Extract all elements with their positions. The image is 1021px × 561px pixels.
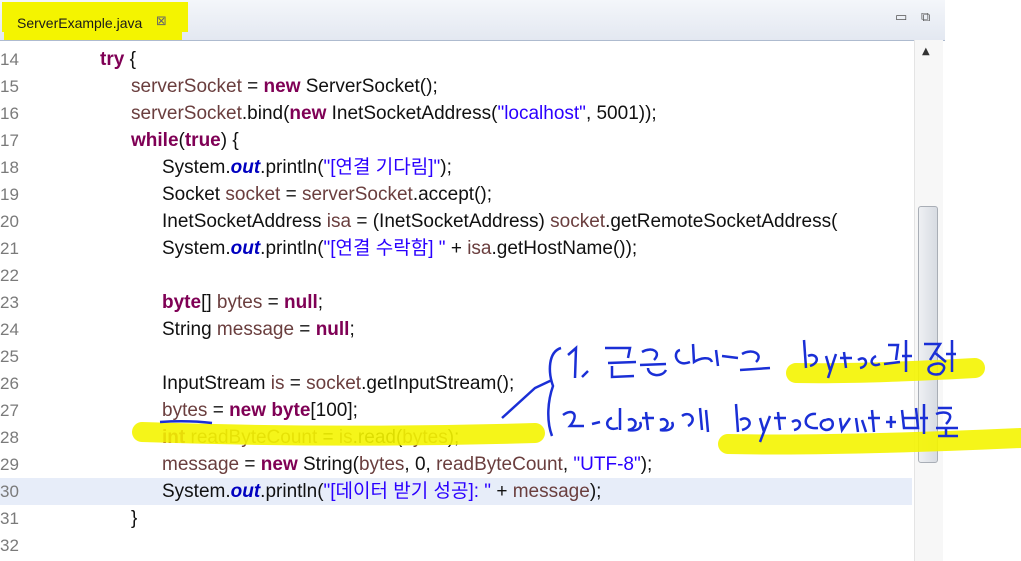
line-number: 32: [0, 536, 19, 555]
line-number: 26: [0, 374, 19, 393]
code-line[interactable]: 22: [0, 262, 912, 289]
code-text[interactable]: System.out.println("[연결 기다림]");: [162, 154, 452, 181]
code-line[interactable]: 15 serverSocket = new ServerSocket();: [0, 73, 912, 100]
code-text[interactable]: String message = null;: [162, 316, 355, 343]
line-number: 15: [0, 77, 19, 96]
code-line[interactable]: 16 serverSocket.bind(new InetSocketAddres…: [0, 100, 912, 127]
code-area[interactable]: 14 try { 15 serverSocket = new ServerSocket…: [0, 44, 912, 561]
code-line[interactable]: 20 InetSocketAddress isa = (InetSocketAdd…: [0, 208, 912, 235]
code-line[interactable]: 17 while(true) {: [0, 127, 912, 154]
code-text[interactable]: System.out.println("[연결 수락함] " + isa.get…: [162, 235, 637, 262]
line-number: 21: [0, 239, 19, 258]
editor-tab-bar: ServerExample.java ⊠ ▭ ⧉: [0, 0, 945, 41]
line-number: 18: [0, 158, 19, 177]
code-line[interactable]: 14 try {: [0, 46, 912, 73]
close-icon[interactable]: ⊠: [156, 14, 167, 29]
code-line[interactable]: 25: [0, 343, 912, 370]
code-line[interactable]: 23 byte[] bytes = null;: [0, 289, 912, 316]
line-number: 25: [0, 347, 19, 366]
line-number: 17: [0, 131, 19, 150]
line-number: 28: [0, 428, 19, 447]
code-line[interactable]: 31}: [0, 505, 912, 532]
code-text[interactable]: }: [131, 505, 137, 532]
code-line[interactable]: 30 System.out.println("[데이터 받기 성공]: " + m…: [0, 478, 912, 505]
code-line[interactable]: 26 InputStream is = socket.getInputStream…: [0, 370, 912, 397]
code-text[interactable]: System.out.println("[데이터 받기 성공]: " + mes…: [162, 478, 601, 505]
code-text[interactable]: serverSocket = new ServerSocket();: [131, 73, 438, 100]
code-text[interactable]: InetSocketAddress isa = (InetSocketAddre…: [162, 208, 837, 235]
code-text[interactable]: Socket socket = serverSocket.accept();: [162, 181, 492, 208]
vertical-scrollbar[interactable]: ▲: [914, 40, 943, 561]
line-number: 27: [0, 401, 19, 420]
line-number: 22: [0, 266, 19, 285]
code-text[interactable]: int readByteCount = is.read(bytes);: [162, 424, 459, 451]
line-number: 16: [0, 104, 19, 123]
code-line[interactable]: 24 String message = null;: [0, 316, 912, 343]
line-number: 20: [0, 212, 19, 231]
code-line[interactable]: 21 System.out.println("[연결 수락함] " + isa.g…: [0, 235, 912, 262]
code-text[interactable]: bytes = new byte[100];: [162, 397, 358, 424]
scrollbar-thumb[interactable]: [918, 206, 938, 463]
code-text[interactable]: InputStream is = socket.getInputStream()…: [162, 370, 514, 397]
scroll-up-arrow-icon[interactable]: ▲: [922, 46, 930, 57]
code-text[interactable]: message = new String(bytes, 0, readByteC…: [162, 451, 652, 478]
line-number: 30: [0, 482, 19, 501]
code-line[interactable]: 18 System.out.println("[연결 기다림]");: [0, 154, 912, 181]
tab-label: ServerExample.java: [17, 15, 143, 31]
code-line[interactable]: 29 message = new String(bytes, 0, readByt…: [0, 451, 912, 478]
code-text[interactable]: byte[] bytes = null;: [162, 289, 323, 316]
line-number: 23: [0, 293, 19, 312]
line-number: 24: [0, 320, 19, 339]
code-line[interactable]: 28 int readByteCount = is.read(bytes);: [0, 424, 912, 451]
code-editor: ServerExample.java ⊠ ▭ ⧉ 14 try { 15 server…: [0, 0, 945, 561]
code-text[interactable]: serverSocket.bind(new InetSocketAddress(…: [131, 100, 657, 127]
tab-server-example[interactable]: ServerExample.java ⊠: [4, 6, 182, 40]
code-line[interactable]: 19 Socket socket = serverSocket.accept();: [0, 181, 912, 208]
line-number: 31: [0, 509, 19, 528]
code-text[interactable]: while(true) {: [131, 127, 239, 154]
code-line[interactable]: 27 bytes = new byte[100];: [0, 397, 912, 424]
minimize-icon[interactable]: ▭: [895, 10, 907, 25]
line-number: 14: [0, 50, 19, 69]
code-line[interactable]: 32: [0, 532, 912, 559]
code-text[interactable]: try {: [100, 46, 136, 73]
line-number: 29: [0, 455, 19, 474]
line-number: 19: [0, 185, 19, 204]
restore-icon[interactable]: ⧉: [921, 10, 930, 25]
